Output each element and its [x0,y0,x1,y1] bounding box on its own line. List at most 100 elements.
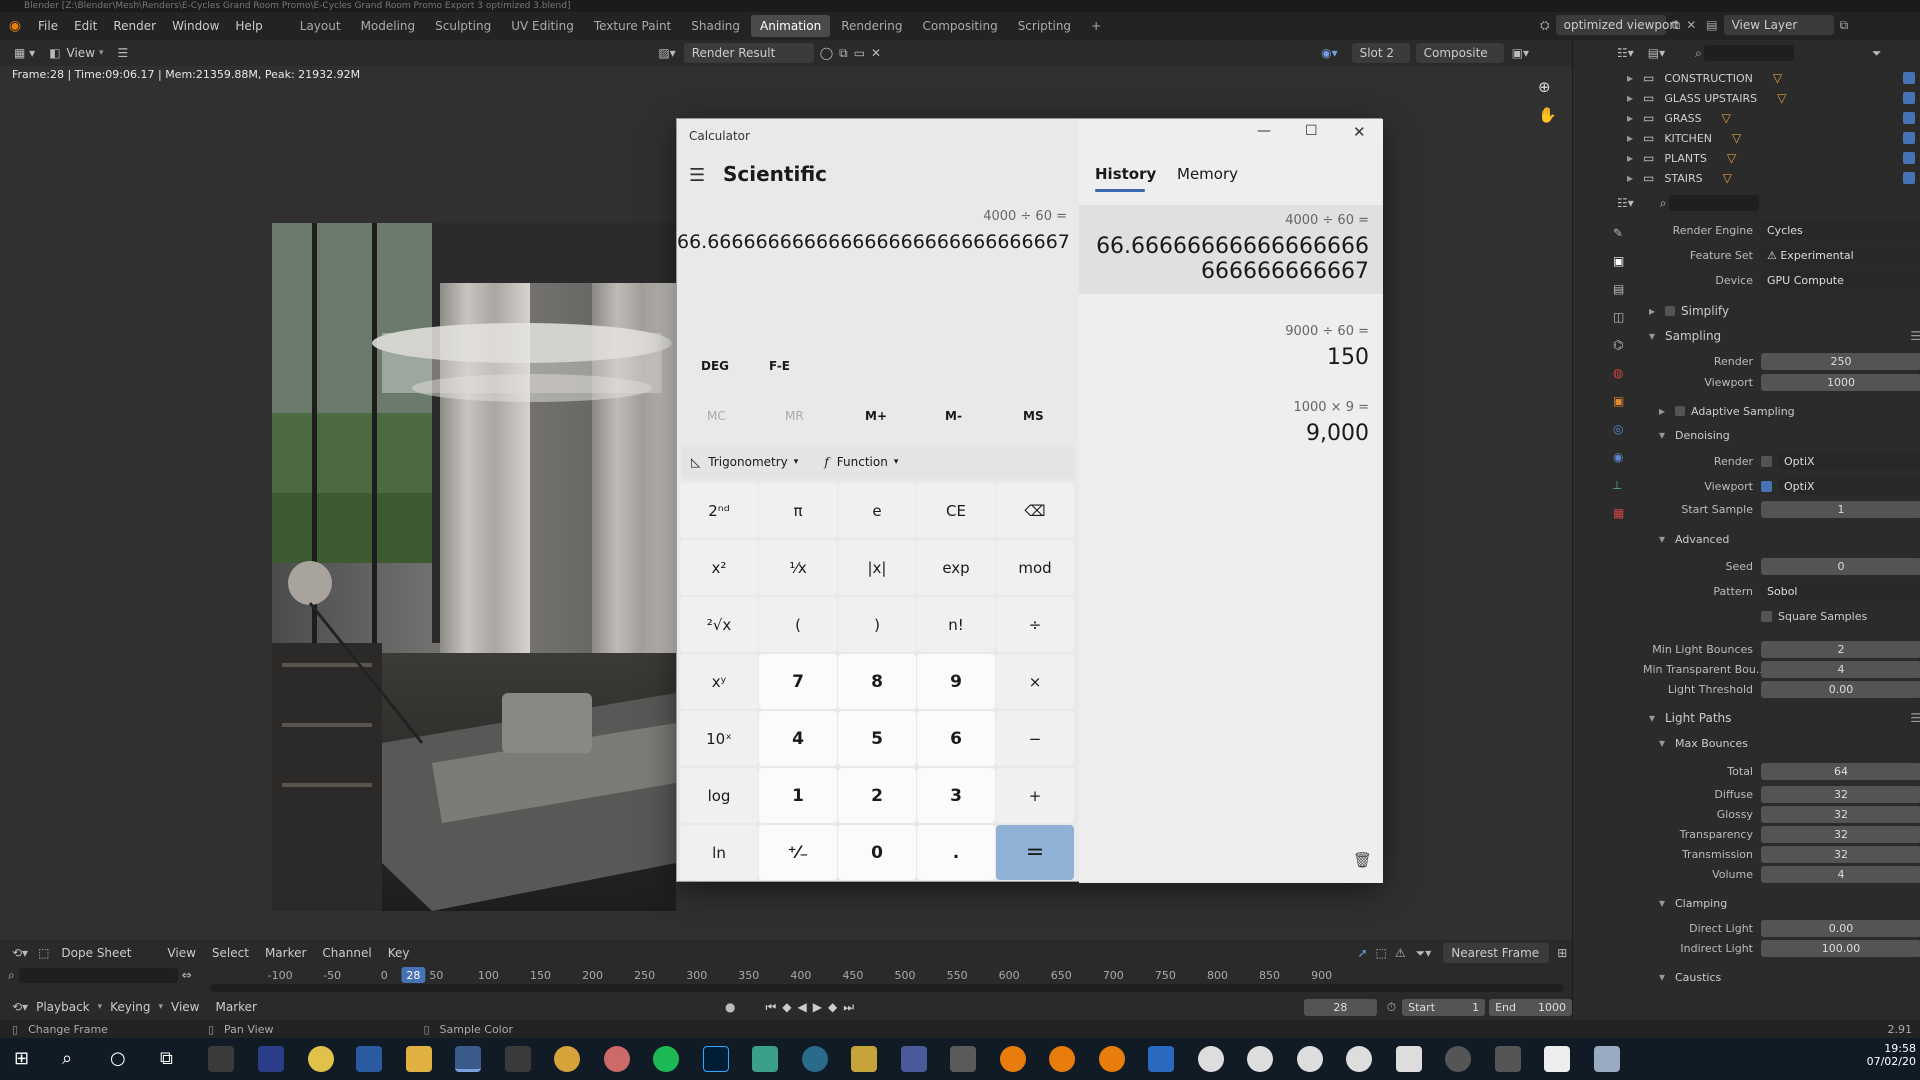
next-keyframe-icon[interactable]: ◆ [828,1000,837,1014]
absolute-button[interactable]: |x| [838,540,916,595]
unity-icon-2[interactable] [1247,1046,1273,1072]
view-layer-tab-icon[interactable]: ◫ [1613,310,1639,338]
unity-icon-1[interactable] [1198,1046,1224,1072]
device-select[interactable]: GPU Compute [1761,272,1920,289]
ln-button[interactable]: ln [680,825,758,880]
display-channels-icon[interactable]: ◉▾ [1321,46,1338,60]
view-icon[interactable]: ◧ [49,46,60,60]
dope-menu-marker[interactable]: Marker [257,939,314,967]
cortana-icon[interactable]: ○ [110,1048,126,1069]
app-icon-c[interactable] [1346,1046,1372,1072]
tool-icon[interactable]: ✎ [1613,226,1639,254]
world-tab-icon[interactable]: ◍ [1613,366,1639,394]
digit-3-button[interactable]: 3 [917,768,995,823]
maximize-button[interactable]: ☐ [1305,123,1318,139]
timeline-scrollbar[interactable] [210,984,1564,992]
search-icon[interactable]: ⌕ [62,1048,72,1069]
tab-compositing[interactable]: Compositing [913,15,1006,37]
volume-field[interactable]: 4 [1761,865,1920,883]
history-item[interactable]: 1000 × 9 = 9,000 [1079,380,1383,456]
open-image-icon[interactable]: ▭ [854,46,865,60]
image-browse-icon[interactable]: ▨▾ [658,46,675,60]
app-icon-bars[interactable] [505,1046,531,1072]
play-icon[interactable]: ▶ [813,1000,822,1014]
new-scene-icon[interactable]: ⧉ [1672,18,1681,33]
properties-editor-icon[interactable]: ☷▾ [1617,196,1634,210]
app-icon-window[interactable] [1148,1046,1174,1072]
mr-button[interactable]: MR [785,409,804,423]
outliner-search-input[interactable] [1703,45,1794,61]
feature-set-select[interactable]: ⚠ Experimental [1761,247,1920,264]
ce-button[interactable]: CE [917,483,995,538]
trigonometry-dropdown[interactable]: Trigonometry [708,455,788,469]
only-errors-icon[interactable]: ⚠ [1395,946,1406,960]
direct-light-field[interactable]: 0.00 [1761,919,1920,937]
digit-6-button[interactable]: 6 [917,711,995,766]
current-frame-field[interactable]: 28 [1304,998,1377,1016]
adaptive-sampling-panel[interactable]: Adaptive Sampling [1691,405,1795,418]
scene-icon[interactable]: ⛭ [1540,18,1550,33]
blender-logo-icon[interactable]: ◉ [0,18,30,34]
tab-modeling[interactable]: Modeling [352,15,425,37]
outliner-item[interactable]: ▸ ▭ PLANTS ▽ [1573,148,1920,168]
sqrt-button[interactable]: ²√x [680,597,758,652]
viewport-samples-field[interactable]: 1000 [1761,374,1920,391]
tab-history[interactable]: History [1095,165,1156,183]
render-samples-field[interactable]: 250 [1761,353,1920,370]
outliner-item[interactable]: ▸ ▭ KITCHEN ▽ [1573,128,1920,148]
record-icon[interactable]: ● [725,1000,735,1014]
photoshop-icon[interactable] [703,1046,729,1072]
min-light-bounces-field[interactable]: 2 [1761,640,1920,658]
outliner-editor-icon[interactable]: ☷▾ [1617,46,1634,60]
proportional-icon[interactable]: ⊞ [1557,946,1567,960]
digit-5-button[interactable]: 5 [838,711,916,766]
min-transparent-bounces-field[interactable]: 4 [1761,660,1920,678]
decimal-button[interactable]: . [917,825,995,880]
filter-icon[interactable]: ⏷ [1872,46,1882,61]
new-view-layer-icon[interactable]: ⧉ [1840,18,1849,33]
prev-keyframe-icon[interactable]: ◆ [782,1000,791,1014]
mc-button[interactable]: MC [707,409,726,423]
scene-selector[interactable]: optimized viewport [1555,15,1679,35]
app-icon-pc[interactable] [901,1046,927,1072]
adaptive-sampling-checkbox[interactable] [1675,406,1685,416]
tab-animation[interactable]: Animation [751,15,831,37]
view-menu[interactable]: View [67,46,95,60]
menu-help[interactable]: Help [227,12,270,40]
diffuse-field[interactable]: 32 [1761,785,1920,803]
transparency-field[interactable]: 32 [1761,825,1920,843]
spotify-icon[interactable] [653,1046,679,1072]
timeline-editor-icon[interactable]: ⟲▾ [12,1000,28,1014]
subtract-button[interactable]: − [996,711,1074,766]
preview-range-icon[interactable]: ⏱ [1387,1000,1396,1015]
light-threshold-field[interactable]: 0.00 [1761,680,1920,698]
equals-button[interactable]: = [996,825,1074,880]
digit-2-button[interactable]: 2 [838,768,916,823]
ten-power-button[interactable]: 10ˣ [680,711,758,766]
denoise-render-checkbox[interactable] [1761,456,1772,467]
app-icon-store[interactable] [356,1046,382,1072]
tab-uv-editing[interactable]: UV Editing [502,15,583,37]
tab-sculpting[interactable]: Sculpting [426,15,500,37]
denoise-render-select[interactable]: OptiX [1778,453,1920,470]
history-item[interactable]: 9000 ÷ 60 = 150 [1079,294,1383,380]
dope-sheet-mode-select[interactable]: Dope Sheet [53,943,154,963]
clock[interactable]: 19:58 07/02/20 [1852,1042,1916,1068]
layer-selector[interactable]: Composite [1415,43,1504,63]
navigation-menu-icon[interactable]: ☰ [689,165,705,186]
app-icon-teal[interactable] [752,1046,778,1072]
texture-tab-icon[interactable]: ▦ [1613,506,1639,534]
minimize-button[interactable]: — [1257,123,1271,139]
outliner-item[interactable]: ▸ ▭ STAIRS ▽ [1573,168,1920,188]
backspace-button[interactable]: ⌫ [996,483,1074,538]
add-workspace-icon[interactable]: + [1082,15,1110,37]
simplify-checkbox[interactable] [1665,306,1675,316]
indirect-light-field[interactable]: 100.00 [1761,939,1920,957]
pattern-select[interactable]: Sobol [1761,583,1920,600]
hamburger-icon[interactable]: ☰ [118,46,129,60]
calculator-taskbar-icon[interactable] [455,1046,481,1072]
blender-taskbar-icon-1[interactable] [1000,1046,1026,1072]
app-icon-gray[interactable] [1495,1046,1521,1072]
open-paren-button[interactable]: ( [759,597,837,652]
slot-selector[interactable]: Slot 2 [1351,43,1410,63]
